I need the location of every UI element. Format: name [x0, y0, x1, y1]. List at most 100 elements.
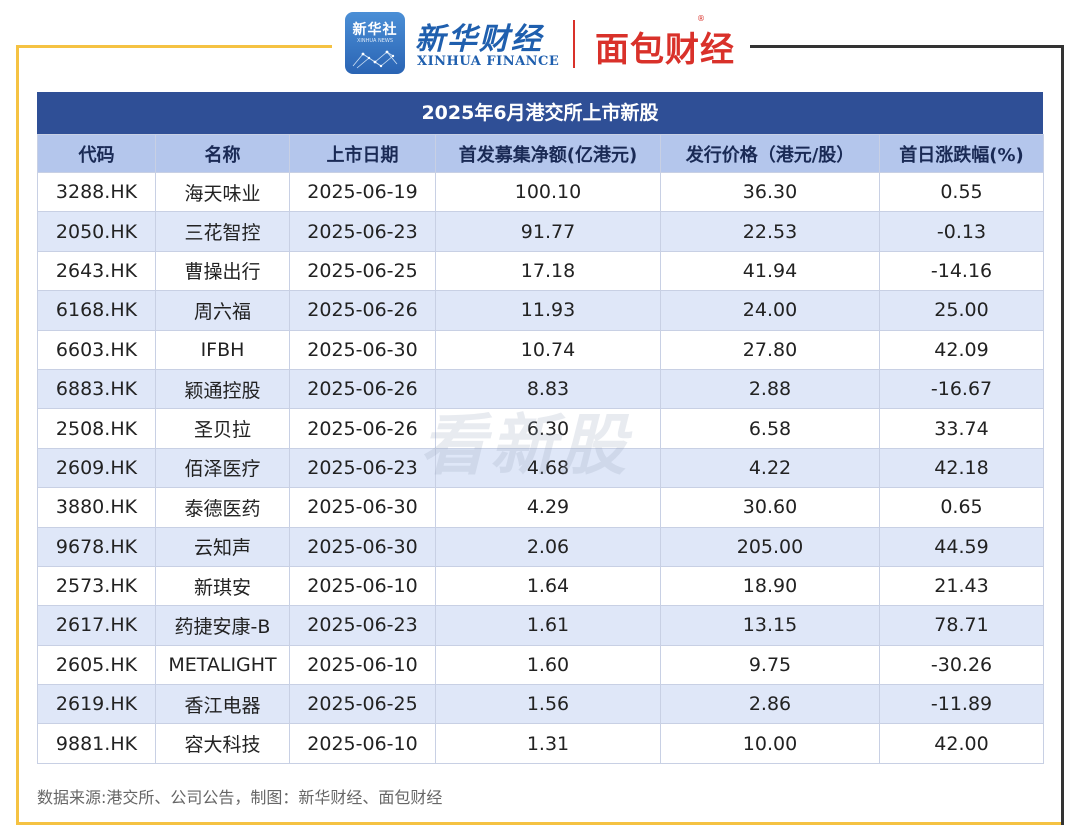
table-cell-first-day-change: 42.09 — [879, 329, 1044, 370]
table-cell-offer-price: 2.88 — [660, 368, 880, 410]
table-cell-name: 周六福 — [155, 290, 290, 331]
table-cell-first-day-change: -11.89 — [879, 684, 1044, 725]
table-cell-listing-date: 2025-06-26 — [289, 368, 436, 410]
data-source-note: 数据来源:港交所、公司公告，制图：新华财经、面包财经 — [37, 788, 443, 807]
table-title: 2025年6月港交所上市新股 — [37, 92, 1043, 134]
table-cell-code: 2617.HK — [37, 605, 156, 646]
table-cell-net-proceeds: 2.06 — [435, 526, 661, 567]
table-cell-offer-price: 30.60 — [660, 487, 880, 528]
table-cell-net-proceeds: 8.83 — [435, 368, 661, 410]
table-cell-code: 3288.HK — [37, 171, 156, 213]
table-cell-first-day-change: 0.65 — [879, 487, 1044, 528]
table-cell-net-proceeds: 6.30 — [435, 408, 661, 449]
table-row: 2617.HK 药捷安康-B 2025-06-23 1.61 13.15 78.71 — [37, 605, 1044, 646]
table-cell-name: 云知声 — [155, 526, 290, 567]
table-cell-listing-date: 2025-06-19 — [289, 171, 436, 213]
table-cell-offer-price: 4.22 — [660, 447, 880, 489]
xinhua-finance-logo-en: XINHUA FINANCE — [417, 54, 560, 69]
table-cell-name: 颖通控股 — [155, 368, 290, 410]
column-header-first-day-change: 首日涨跌幅(%) — [879, 134, 1044, 173]
table-cell-first-day-change: 0.55 — [879, 171, 1044, 213]
registered-mark: ® — [697, 14, 705, 23]
table-cell-code: 6603.HK — [37, 329, 156, 370]
table-cell-listing-date: 2025-06-25 — [289, 250, 436, 292]
table-cell-listing-date: 2025-06-25 — [289, 684, 436, 725]
table-cell-offer-price: 36.30 — [660, 171, 880, 213]
table-cell-net-proceeds: 4.68 — [435, 447, 661, 489]
table-row: 2508.HK 圣贝拉 2025-06-26 6.30 6.58 33.74 — [37, 408, 1044, 449]
table-cell-listing-date: 2025-06-30 — [289, 329, 436, 370]
table-cell-code: 2573.HK — [37, 565, 156, 607]
table-cell-code: 3880.HK — [37, 487, 156, 528]
column-header-offer-price: 发行价格（港元/股） — [660, 134, 880, 173]
table-cell-net-proceeds: 1.56 — [435, 684, 661, 725]
mianbao-caijing-logo: 面包财经 — [595, 30, 735, 70]
table-cell-net-proceeds: 11.93 — [435, 290, 661, 331]
globe-network-icon — [352, 50, 398, 69]
table-cell-first-day-change: -0.13 — [879, 211, 1044, 252]
frame-top-line-dark — [750, 45, 1064, 48]
table-cell-net-proceeds: 1.31 — [435, 723, 661, 764]
table-row: 2605.HK METALIGHT 2025-06-10 1.60 9.75 -30.26 — [37, 644, 1044, 686]
table-row: 9881.HK 容大科技 2025-06-10 1.31 10.00 42.00 — [37, 723, 1044, 764]
ipo-table-container: 2025年6月港交所上市新股 代码 名称 上市日期 首发募集净额(亿港元) 发行价格（港… — [37, 92, 1044, 764]
table-cell-listing-date: 2025-06-23 — [289, 447, 436, 489]
table-cell-code: 2643.HK — [37, 250, 156, 292]
xinhua-logo: 新华社 XINHUA NEWS — [345, 12, 405, 74]
table-row: 3288.HK 海天味业 2025-06-19 100.10 36.30 0.55 — [37, 171, 1044, 213]
table-cell-net-proceeds: 17.18 — [435, 250, 661, 292]
table-cell-first-day-change: 33.74 — [879, 408, 1044, 449]
table-cell-name: 药捷安康-B — [155, 605, 290, 646]
column-header-code: 代码 — [37, 134, 156, 173]
table-header-row: 代码 名称 上市日期 首发募集净额(亿港元) 发行价格（港元/股） 首日涨跌幅(%) — [37, 134, 1044, 173]
table-cell-first-day-change: -16.67 — [879, 368, 1044, 410]
ipo-table: 代码 名称 上市日期 首发募集净额(亿港元) 发行价格（港元/股） 首日涨跌幅(%) 32… — [37, 134, 1044, 764]
column-header-name: 名称 — [155, 134, 290, 173]
table-cell-offer-price: 22.53 — [660, 211, 880, 252]
table-cell-code: 2508.HK — [37, 408, 156, 449]
table-cell-code: 9678.HK — [37, 526, 156, 567]
table-cell-name: 香江电器 — [155, 684, 290, 725]
table-cell-listing-date: 2025-06-26 — [289, 290, 436, 331]
table-cell-name: 三花智控 — [155, 211, 290, 252]
table-cell-name: 容大科技 — [155, 723, 290, 764]
table-cell-net-proceeds: 1.64 — [435, 565, 661, 607]
table-cell-listing-date: 2025-06-30 — [289, 487, 436, 528]
column-header-net-proceeds: 首发募集净额(亿港元) — [435, 134, 661, 173]
table-cell-name: 佰泽医疗 — [155, 447, 290, 489]
table-row: 6168.HK 周六福 2025-06-26 11.93 24.00 25.00 — [37, 290, 1044, 331]
table-cell-net-proceeds: 10.74 — [435, 329, 661, 370]
table-cell-listing-date: 2025-06-10 — [289, 565, 436, 607]
column-header-listing-date: 上市日期 — [289, 134, 436, 173]
table-row: 3880.HK 泰德医药 2025-06-30 4.29 30.60 0.65 — [37, 487, 1044, 528]
table-cell-offer-price: 9.75 — [660, 644, 880, 686]
brand-header: 新华社 XINHUA NEWS 新华财经 XINHUA FINANCE 面包财经… — [345, 8, 745, 78]
table-cell-first-day-change: -14.16 — [879, 250, 1044, 292]
table-cell-listing-date: 2025-06-10 — [289, 723, 436, 764]
table-cell-net-proceeds: 1.61 — [435, 605, 661, 646]
table-cell-code: 2609.HK — [37, 447, 156, 489]
table-cell-name: 海天味业 — [155, 171, 290, 213]
table-cell-offer-price: 27.80 — [660, 329, 880, 370]
table-row: 6883.HK 颖通控股 2025-06-26 8.83 2.88 -16.67 — [37, 368, 1044, 410]
table-cell-net-proceeds: 91.77 — [435, 211, 661, 252]
table-cell-listing-date: 2025-06-23 — [289, 605, 436, 646]
table-cell-code: 6168.HK — [37, 290, 156, 331]
table-cell-listing-date: 2025-06-23 — [289, 211, 436, 252]
frame-top-line-gold — [16, 45, 332, 48]
table-cell-offer-price: 13.15 — [660, 605, 880, 646]
table-cell-code: 2050.HK — [37, 211, 156, 252]
table-cell-code: 2619.HK — [37, 684, 156, 725]
table-cell-listing-date: 2025-06-30 — [289, 526, 436, 567]
frame-bottom-line-gold — [16, 822, 1064, 825]
header-divider — [573, 20, 575, 68]
table-cell-net-proceeds: 4.29 — [435, 487, 661, 528]
table-cell-offer-price: 18.90 — [660, 565, 880, 607]
table-cell-first-day-change: 78.71 — [879, 605, 1044, 646]
table-cell-name: 曹操出行 — [155, 250, 290, 292]
table-cell-code: 6883.HK — [37, 368, 156, 410]
table-cell-first-day-change: 25.00 — [879, 290, 1044, 331]
table-cell-name: 圣贝拉 — [155, 408, 290, 449]
table-cell-offer-price: 205.00 — [660, 526, 880, 567]
table-cell-listing-date: 2025-06-10 — [289, 644, 436, 686]
